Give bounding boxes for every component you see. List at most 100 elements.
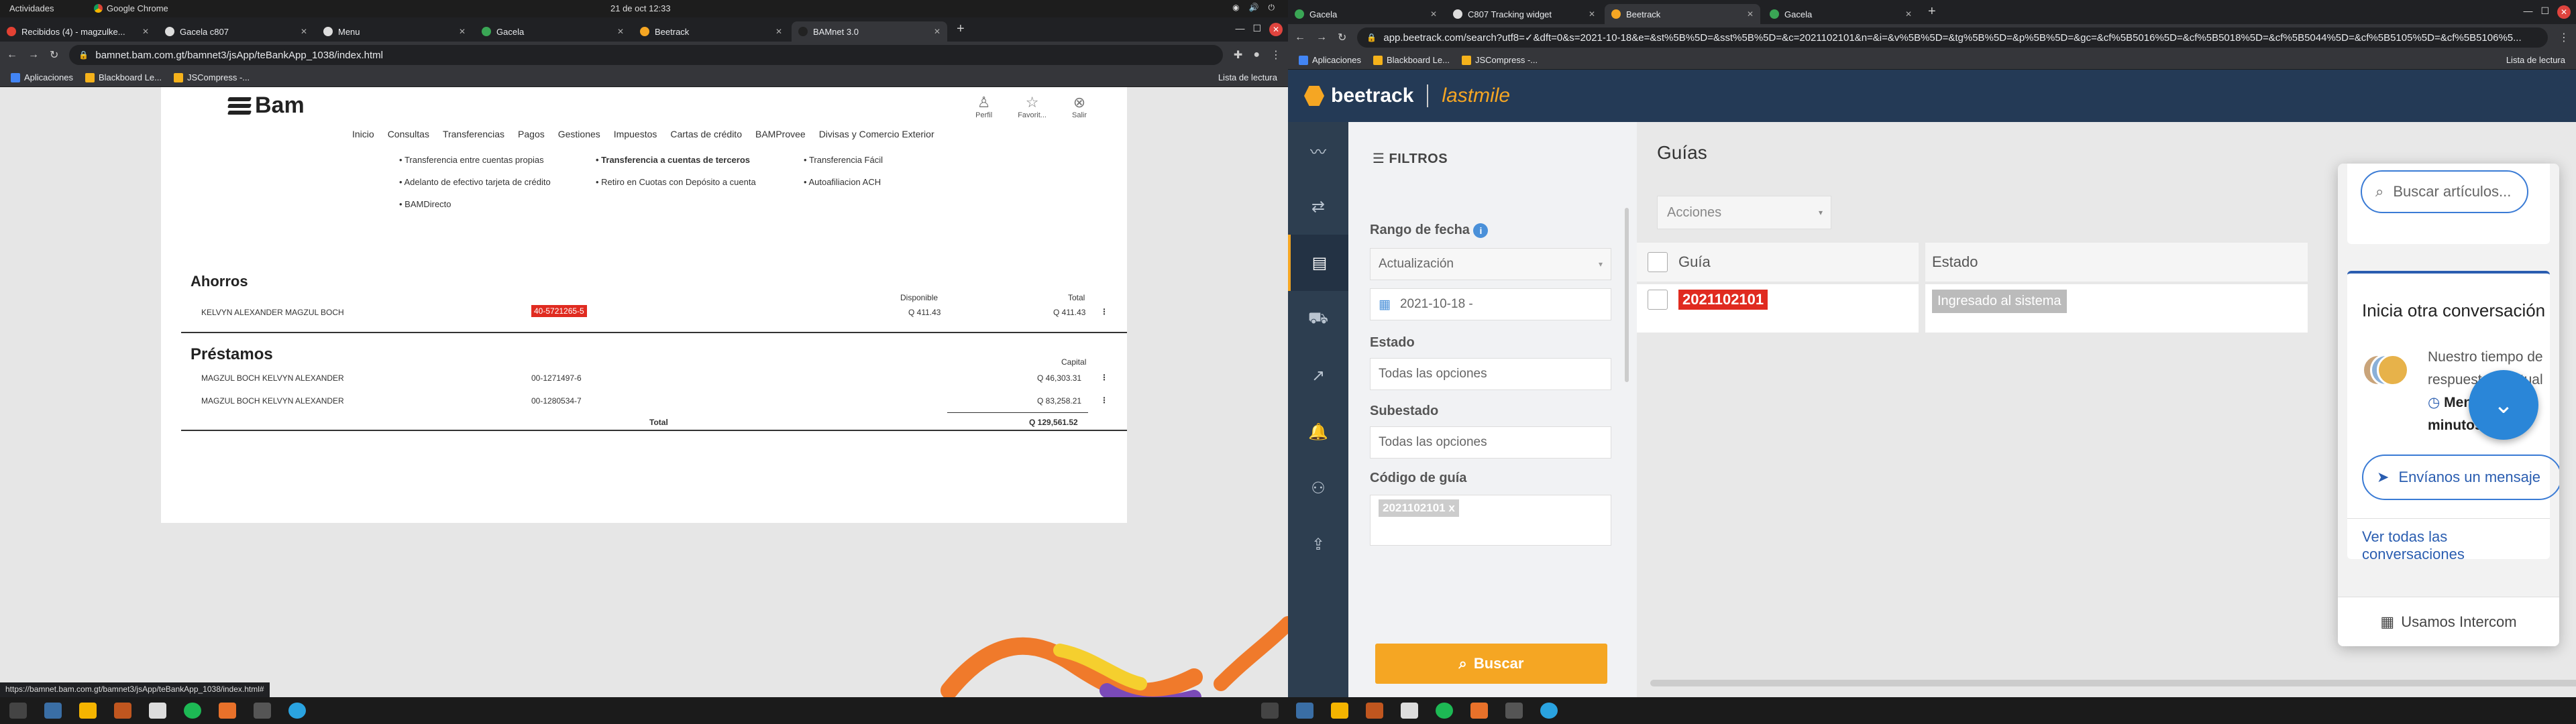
forward-icon[interactable]: →: [1316, 32, 1327, 44]
sidebar-routes-icon[interactable]: ⇄: [1288, 178, 1348, 235]
apps-grid-icon[interactable]: [9, 703, 27, 719]
reading-list[interactable]: Lista de lectura: [2506, 55, 2565, 65]
chrome-icon[interactable]: [1331, 703, 1348, 719]
close-window-icon[interactable]: ✕: [1269, 23, 1283, 36]
nav-transferencias[interactable]: Transferencias: [443, 129, 504, 139]
menu-kebab-icon[interactable]: ⋮: [2559, 31, 2569, 44]
close-icon[interactable]: ✕: [617, 27, 624, 36]
nav-impuestos[interactable]: Impuestos: [614, 129, 657, 139]
back-icon[interactable]: ←: [7, 49, 17, 61]
intercom-launcher-button[interactable]: ⌄: [2469, 370, 2538, 440]
sidebar-stats-icon[interactable]: ↗: [1288, 347, 1348, 404]
submenu-item[interactable]: Adelanto de efectivo tarjeta de crédito: [399, 171, 550, 193]
close-icon[interactable]: ✕: [142, 27, 149, 36]
submenu-item[interactable]: Transferencia Fácil: [804, 149, 883, 171]
bookmark-jscompress[interactable]: JSCompress -...: [1461, 55, 1538, 66]
logout-link[interactable]: ⊗ Salir: [1072, 94, 1087, 119]
acciones-dropdown[interactable]: Acciones ▾: [1657, 196, 1831, 229]
rango-select[interactable]: Actualización ▾: [1370, 248, 1611, 280]
tab-gacela-2[interactable]: Gacela ✕: [1763, 4, 1919, 24]
minimize-icon[interactable]: —: [1235, 23, 1244, 36]
submenu-item[interactable]: Transferencia entre cuentas propias: [399, 149, 551, 171]
nav-consultas[interactable]: Consultas: [388, 129, 429, 139]
prestamo-account[interactable]: 00-1271497-6: [531, 373, 582, 383]
tab-gacela[interactable]: Gacela ✕: [1288, 4, 1444, 24]
tab-c807-widget[interactable]: C807 Tracking widget ✕: [1446, 4, 1602, 24]
spotify-icon[interactable]: [1436, 703, 1453, 719]
terminal-icon[interactable]: [254, 703, 271, 719]
nav-inicio[interactable]: Inicio: [352, 129, 374, 139]
tab-bamnet[interactable]: BAMnet 3.0 ✕: [792, 21, 947, 42]
close-icon[interactable]: ✕: [1905, 9, 1912, 19]
close-icon[interactable]: ✕: [934, 27, 941, 36]
extensions-icon[interactable]: ✚: [1234, 48, 1242, 62]
close-icon[interactable]: ✕: [775, 27, 782, 36]
row-menu-icon[interactable]: ⋮: [1100, 307, 1108, 316]
bookmark-apps[interactable]: Aplicaciones: [1299, 55, 1361, 66]
files-icon[interactable]: [44, 703, 62, 719]
subestado-select[interactable]: Todas las opciones: [1370, 426, 1611, 459]
close-icon[interactable]: ✕: [459, 27, 466, 36]
close-icon[interactable]: ✕: [1747, 9, 1754, 19]
chrome-icon[interactable]: [79, 703, 97, 719]
submenu-item-active[interactable]: Transferencia a cuentas de terceros: [596, 149, 756, 171]
editor-icon[interactable]: [1366, 703, 1383, 719]
minimize-icon[interactable]: —: [2523, 5, 2532, 19]
system-tray[interactable]: ◉ 🔊 ⏻: [1232, 3, 1275, 13]
date-range-input[interactable]: ▦ 2021-10-18 -: [1370, 288, 1611, 320]
tab-gacela[interactable]: Gacela ✕: [475, 21, 631, 42]
guia-link[interactable]: 2021102101: [1678, 290, 1768, 310]
nav-divisas[interactable]: Divisas y Comercio Exterior: [819, 129, 934, 139]
spotify-icon[interactable]: [184, 703, 201, 719]
new-tab-button[interactable]: +: [1921, 4, 1943, 24]
menu-kebab-icon[interactable]: ⋮: [1271, 48, 1281, 62]
profile-link[interactable]: ♙ Perfil: [975, 94, 992, 119]
reload-icon[interactable]: ↻: [1338, 31, 1346, 44]
bookmark-apps[interactable]: Aplicaciones: [11, 72, 73, 83]
bookmark-jscompress[interactable]: JSCompress -...: [173, 72, 250, 83]
tab-beetrack[interactable]: Beetrack ✕: [633, 21, 789, 42]
close-icon[interactable]: ✕: [1589, 9, 1595, 19]
close-window-icon[interactable]: ✕: [2557, 5, 2571, 19]
address-bar[interactable]: 🔒 bamnet.bam.com.gt/bamnet3/jsApp/teBankA…: [69, 45, 1223, 65]
beetrack-logo[interactable]: beetrack lastmile: [1304, 84, 1510, 107]
forward-icon[interactable]: →: [28, 49, 39, 61]
files-icon[interactable]: [1296, 703, 1313, 719]
reload-icon[interactable]: ↻: [50, 48, 58, 62]
select-all-checkbox[interactable]: [1648, 252, 1668, 272]
codigo-chip[interactable]: 2021102101 x: [1379, 499, 1459, 517]
notion-icon[interactable]: [1401, 703, 1418, 719]
profile-icon[interactable]: ●: [1253, 49, 1260, 61]
favorites-link[interactable]: ☆ Favorit...: [1018, 94, 1046, 119]
activities-button[interactable]: Actividades: [9, 3, 54, 13]
sidebar-guides-icon[interactable]: ▤: [1288, 235, 1348, 291]
sidebar-alerts-icon[interactable]: 🔔: [1288, 404, 1348, 460]
back-icon[interactable]: ←: [1295, 32, 1305, 44]
bookmark-blackboard[interactable]: Blackboard Le...: [85, 72, 162, 83]
send-message-button[interactable]: ➤ Envíanos un mensaje: [2362, 455, 2559, 500]
nav-pagos[interactable]: Pagos: [518, 129, 545, 139]
intercom-search-input[interactable]: ⌕ Buscar artículos...: [2361, 170, 2528, 213]
tab-menu[interactable]: Menu ✕: [317, 21, 472, 42]
nav-cartas[interactable]: Cartas de crédito: [670, 129, 742, 139]
bookmark-blackboard[interactable]: Blackboard Le...: [1373, 55, 1450, 66]
maximize-icon[interactable]: ☐: [2540, 5, 2549, 19]
app-menu[interactable]: Google Chrome: [94, 3, 168, 13]
notion-icon[interactable]: [149, 703, 166, 719]
clock[interactable]: 21 de oct 12:33: [610, 3, 671, 13]
prestamo-account[interactable]: 00-1280534-7: [531, 396, 582, 406]
tab-gmail[interactable]: Recibidos (4) - magzulke... ✕: [0, 21, 156, 42]
intercom-footer[interactable]: ▦ Usamos Intercom: [2338, 597, 2559, 646]
apps-grid-icon[interactable]: [1261, 703, 1279, 719]
codigo-input[interactable]: 2021102101 x: [1370, 495, 1611, 546]
tab-gacela-c807[interactable]: Gacela c807 ✕: [158, 21, 314, 42]
row-menu-icon[interactable]: ⋮: [1100, 373, 1108, 382]
nav-gestiones[interactable]: Gestiones: [558, 129, 600, 139]
editor-icon[interactable]: [114, 703, 131, 719]
estado-select[interactable]: Todas las opciones: [1370, 358, 1611, 390]
all-conversations-link[interactable]: Ver todas las conversaciones: [2362, 528, 2550, 563]
nav-bamprovee[interactable]: BAMProvee: [755, 129, 806, 139]
reading-list[interactable]: Lista de lectura: [1218, 72, 1277, 82]
sidebar-upload-icon[interactable]: ⇪: [1288, 516, 1348, 572]
maximize-icon[interactable]: ☐: [1252, 23, 1261, 36]
